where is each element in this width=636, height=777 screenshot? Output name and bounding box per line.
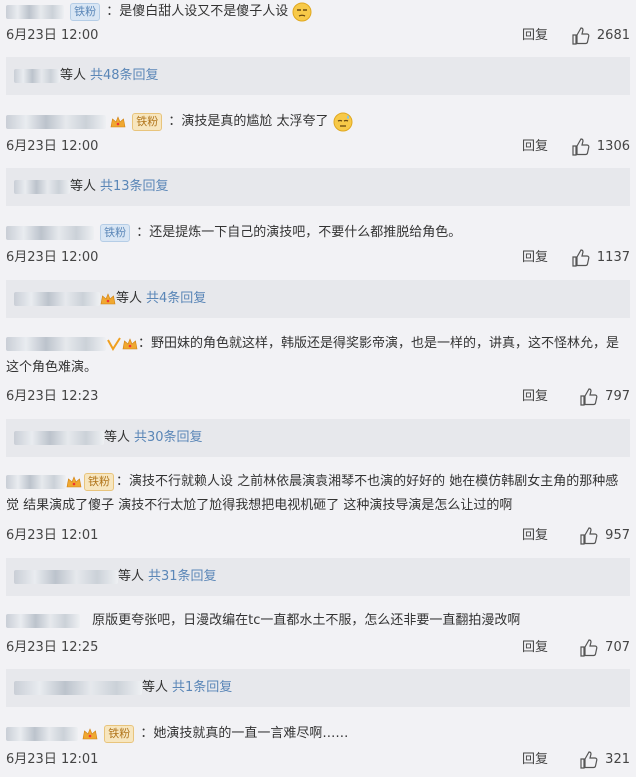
comment-date: 6月23日 12:01 <box>6 528 99 543</box>
thumbs-up-icon <box>572 249 590 267</box>
smirk-emoji-icon <box>292 2 312 21</box>
crown-icon <box>122 337 138 349</box>
username-blurred <box>14 68 60 83</box>
like-count: 1306 <box>596 139 630 154</box>
sub-replies-link[interactable]: 共4条回复 <box>146 291 206 306</box>
like-button[interactable]: 797 <box>579 387 630 407</box>
username-blurred[interactable] <box>6 613 80 628</box>
comment-date: 6月23日 12:23 <box>6 389 99 404</box>
crown-icon <box>66 475 82 487</box>
comment-date: 6月23日 12:00 <box>6 250 99 265</box>
like-count: 957 <box>605 528 630 543</box>
reply-button[interactable]: 回复 <box>522 137 548 157</box>
comment-text: ：还是提炼一下自己的演技吧，不要什么都推脱给角色。 <box>136 225 462 240</box>
comment-text: 原版更夸张吧，日漫改编在tc一直都水土不服，怎么还非要一直翻拍漫改啊 <box>92 613 521 628</box>
like-button[interactable]: 1137 <box>571 248 630 268</box>
thumbs-up-icon <box>572 27 590 45</box>
username-blurred <box>14 291 100 306</box>
like-count: 2681 <box>596 28 630 43</box>
reply-button[interactable]: 回复 <box>522 387 548 407</box>
like-button[interactable]: 957 <box>579 526 630 546</box>
comment-item: 原版更夸张吧，日漫改编在tc一直都水土不服，怎么还非要一直翻拍漫改啊 6月23日… <box>0 609 636 669</box>
username-blurred <box>14 179 70 194</box>
like-button[interactable]: 1306 <box>571 137 630 157</box>
comment-item: 铁粉 ：演技是真的尴尬 太浮夸了 6月23日 12:00 回复 1306 <box>0 110 636 174</box>
sub-replies-bar[interactable]: 等人 共48条回复 <box>6 57 630 95</box>
comment-item: 铁粉 ：她演技就真的一直一言难尽啊…… 6月23日 12:01 回复 321 <box>0 722 636 777</box>
sub-replies-link[interactable]: 共48条回复 <box>90 68 159 83</box>
sub-replies-link[interactable]: 共31条回复 <box>148 569 217 584</box>
comment-date: 6月23日 12:01 <box>6 752 99 767</box>
username-blurred[interactable] <box>6 4 64 19</box>
username-blurred <box>14 430 104 445</box>
fan-badge: 铁粉 <box>104 724 135 743</box>
username-blurred <box>14 569 118 584</box>
username-blurred <box>14 680 142 695</box>
username-blurred[interactable] <box>6 114 106 129</box>
sub-replies-bar[interactable]: 等人 共13条回复 <box>6 168 630 206</box>
comment-date: 6月23日 12:00 <box>6 28 99 43</box>
like-count: 1137 <box>596 250 630 265</box>
crown-icon <box>100 292 116 304</box>
fan-badge: 铁粉 <box>100 223 131 242</box>
fan-badge: 铁粉 <box>70 2 101 21</box>
reply-button[interactable]: 回复 <box>522 26 548 46</box>
reply-button[interactable]: 回复 <box>522 750 548 770</box>
comment-item: 铁粉 ：还是提炼一下自己的演技吧，不要什么都推脱给角色。 6月23日 12:00… <box>0 221 636 285</box>
reply-button[interactable]: 回复 <box>522 526 548 546</box>
username-blurred[interactable] <box>6 474 66 489</box>
comment-item: 铁粉 ：演技不行就赖人设 之前林依晨演袁湘琴不也演的好好的 她在模仿韩剧女主角的那… <box>0 470 636 550</box>
comment-date: 6月23日 12:00 <box>6 139 99 154</box>
thumbs-up-icon <box>580 388 598 406</box>
comment-text: ：她演技就真的一直一言难尽啊…… <box>140 726 349 741</box>
sweat-emoji-icon <box>333 112 353 131</box>
reply-button[interactable]: 回复 <box>522 638 548 658</box>
like-count: 797 <box>605 389 630 404</box>
crown-icon <box>110 115 126 127</box>
comment-item: ：野田妹的角色就这样，韩版还是得奖影帝演，也是一样的，讲真，这不怪林允，是这个角… <box>0 332 636 412</box>
username-blurred[interactable] <box>6 336 106 351</box>
comment-item: 铁粉 ：是傻白甜人设又不是傻子人设 6月23日 12:00 回复 2681 <box>0 0 636 64</box>
sub-replies-bar[interactable]: 等人 共4条回复 <box>6 280 630 318</box>
sub-replies-bar[interactable]: 等人 共30条回复 <box>6 419 630 457</box>
like-button[interactable]: 321 <box>579 750 630 770</box>
username-blurred[interactable] <box>6 726 78 741</box>
like-count: 707 <box>605 640 630 655</box>
sub-replies-link[interactable]: 共1条回复 <box>172 680 232 695</box>
comment-date: 6月23日 12:25 <box>6 640 99 655</box>
like-button[interactable]: 707 <box>579 638 630 658</box>
crown-icon <box>82 727 98 739</box>
sub-replies-bar[interactable]: 等人 共1条回复 <box>6 669 630 707</box>
comment-text: ：是傻白甜人设又不是傻子人设 <box>106 4 289 19</box>
verified-v-icon <box>107 336 121 351</box>
thumbs-up-icon <box>580 751 598 769</box>
comment-text: ：演技是真的尴尬 太浮夸了 <box>168 114 329 129</box>
fan-badge: 铁粉 <box>84 472 114 491</box>
thumbs-up-icon <box>580 527 598 545</box>
thumbs-up-icon <box>580 639 598 657</box>
sub-replies-bar[interactable]: 等人 共31条回复 <box>6 558 630 596</box>
reply-button[interactable]: 回复 <box>522 248 548 268</box>
like-count: 321 <box>605 752 630 767</box>
username-blurred[interactable] <box>6 225 94 240</box>
fan-badge: 铁粉 <box>132 112 163 131</box>
sub-replies-link[interactable]: 共13条回复 <box>100 179 169 194</box>
thumbs-up-icon <box>572 138 590 156</box>
sub-replies-link[interactable]: 共30条回复 <box>134 430 203 445</box>
like-button[interactable]: 2681 <box>571 26 630 46</box>
